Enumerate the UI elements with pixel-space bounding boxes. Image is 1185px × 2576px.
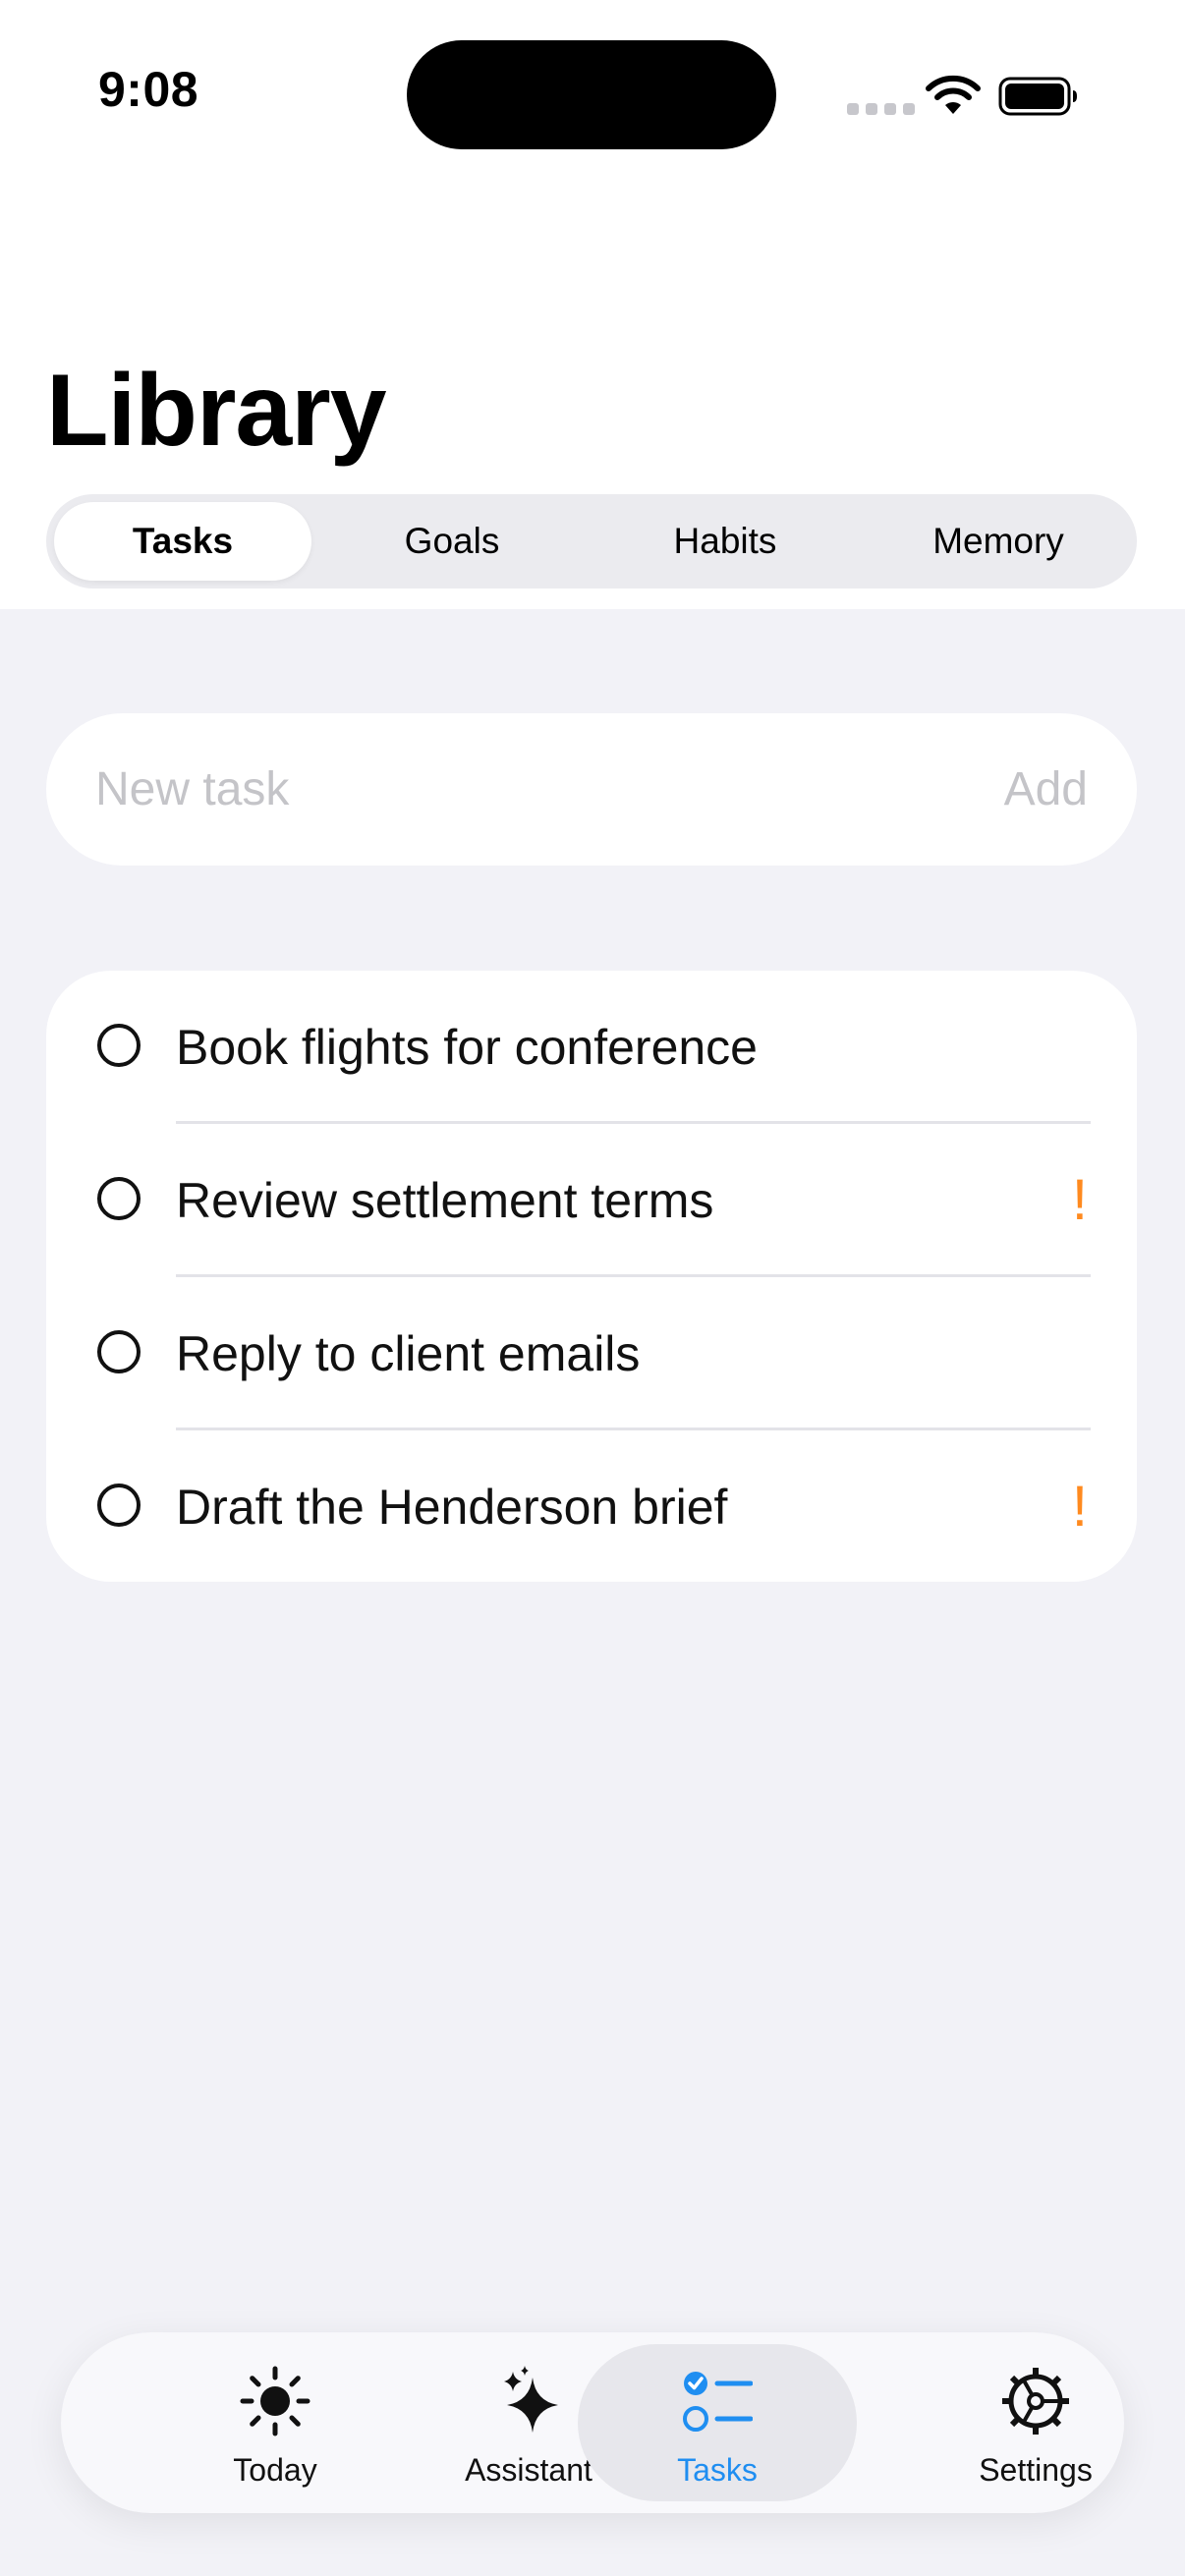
- task-row[interactable]: Reply to client emails: [46, 1277, 1137, 1430]
- gear-icon: [1002, 2368, 1069, 2435]
- cellular-signal-icon: [847, 103, 915, 115]
- tab-tasks[interactable]: Tasks: [578, 2344, 857, 2501]
- header: 9:08 Library Tasks Goals Habits Memory: [0, 0, 1185, 609]
- task-checkbox[interactable]: [97, 1330, 141, 1373]
- sun-icon: [240, 2366, 310, 2436]
- segment-goals[interactable]: Goals: [329, 502, 575, 581]
- segment-label: Goals: [404, 521, 500, 561]
- tab-bar: Today Assistant Tasks Settings: [61, 2332, 1124, 2513]
- new-task-input[interactable]: [95, 713, 881, 866]
- segment-label: Memory: [932, 521, 1064, 561]
- wifi-icon: [926, 75, 981, 114]
- segment-tasks[interactable]: Tasks: [54, 502, 311, 581]
- segment-label: Habits: [673, 521, 777, 561]
- tab-label: Settings: [979, 2452, 1093, 2488]
- segment-label: Tasks: [132, 521, 234, 561]
- tab-label: Tasks: [677, 2452, 758, 2488]
- task-list: Book flights for conference Review settl…: [46, 971, 1137, 1582]
- task-row[interactable]: Review settlement terms !: [46, 1124, 1137, 1277]
- task-checkbox[interactable]: [97, 1177, 141, 1220]
- new-task-bar: Add: [46, 713, 1137, 866]
- dynamic-island: [407, 40, 776, 149]
- task-row[interactable]: Draft the Henderson brief !: [46, 1430, 1137, 1584]
- task-title: Review settlement terms: [176, 1173, 714, 1228]
- tab-settings[interactable]: Settings: [896, 2344, 1175, 2501]
- library-segmented-control: Tasks Goals Habits Memory: [46, 494, 1137, 588]
- task-title: Draft the Henderson brief: [176, 1480, 728, 1535]
- segment-memory[interactable]: Memory: [875, 502, 1121, 581]
- add-task-button[interactable]: Add: [1004, 713, 1088, 866]
- task-title: Reply to client emails: [176, 1326, 641, 1381]
- task-title: Book flights for conference: [176, 1020, 758, 1075]
- status-time: 9:08: [98, 62, 199, 117]
- tab-today[interactable]: Today: [136, 2344, 415, 2501]
- tab-label: Today: [233, 2452, 317, 2488]
- page-title: Library: [46, 354, 387, 468]
- task-row[interactable]: Book flights for conference: [46, 971, 1137, 1124]
- task-checkbox[interactable]: [97, 1024, 141, 1067]
- segment-habits[interactable]: Habits: [602, 502, 848, 581]
- sparkles-icon: [504, 2366, 558, 2433]
- priority-indicator: !: [1071, 1168, 1088, 1232]
- priority-indicator: !: [1071, 1475, 1088, 1539]
- battery-icon: [998, 77, 1077, 116]
- checklist-icon: [683, 2372, 753, 2432]
- task-checkbox[interactable]: [97, 1484, 141, 1527]
